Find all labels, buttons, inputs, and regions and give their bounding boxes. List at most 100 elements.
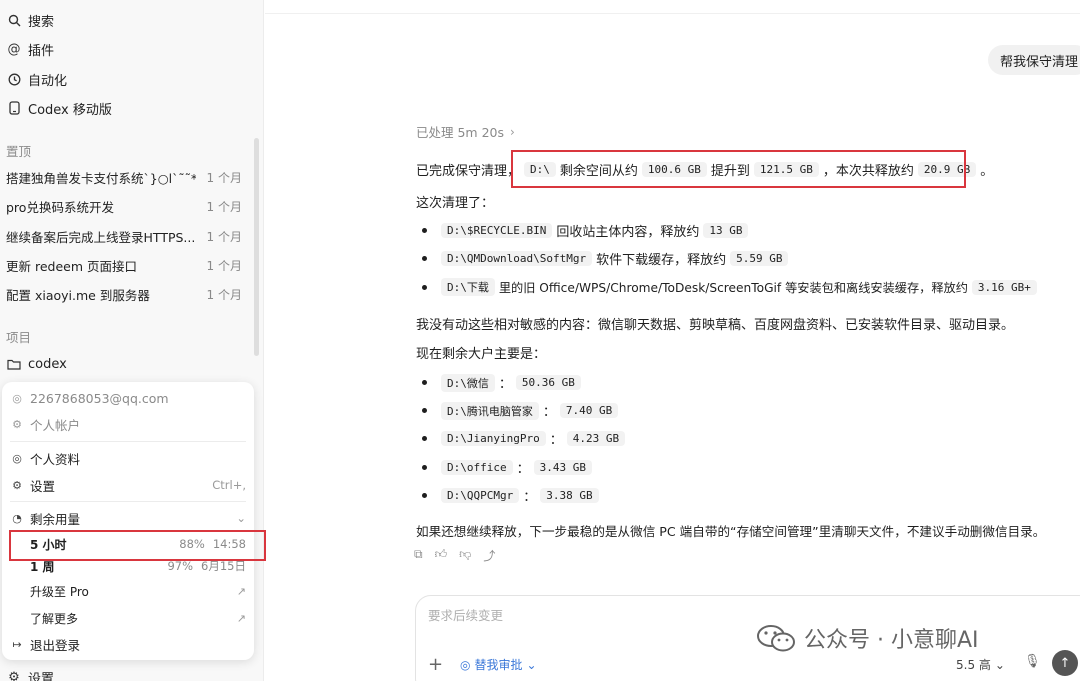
colon: ： [498, 377, 512, 392]
at-icon: @ [7, 41, 21, 57]
logout-icon: ↦ [12, 637, 22, 651]
share-icon[interactable]: ⤴ [483, 547, 495, 564]
thumbs-up-icon[interactable]: 👍︎ [435, 547, 448, 564]
bullet-dot [422, 380, 427, 385]
usage-toggle[interactable]: ◔ 剩余用量 ⌄ [10, 507, 246, 529]
colon: ： [523, 490, 537, 505]
list-item: D:\微信 ： 50.36 GB [422, 373, 585, 392]
microphone-icon[interactable]: 🎙︎ [1024, 654, 1041, 669]
list-item: D:\腾讯电脑管家 ： 7.40 GB [422, 401, 622, 420]
code-size: 5.59 GB [730, 251, 789, 266]
model-selector[interactable]: 5.5 高 ⌄ [956, 656, 1005, 673]
code-size: 50.36 GB [515, 375, 581, 390]
sidebar-scrollbar[interactable] [254, 138, 259, 356]
untouched-paragraph: 我没有动这些相对敏感的内容：微信聊天数据、剪映草稿、百度网盘资料、已安装软件目录… [416, 318, 1015, 333]
account-email: ◎ 2267868053@qq.com [10, 387, 246, 409]
code-size: 3.16 GB+ [971, 279, 1037, 295]
watermark: 公众号 · 小意聊AI [756, 622, 979, 654]
sidebar-item-mobile[interactable]: Codex 移动版 [6, 97, 112, 119]
approval-label: 替我审批 [474, 658, 523, 672]
sidebar-settings[interactable]: ⚙ 设置 [6, 666, 54, 681]
user-circle-icon: ◎ [12, 391, 22, 405]
bullet-dot [422, 408, 427, 413]
learn-more-item[interactable]: 了解更多 ↗ [10, 607, 246, 629]
clock-icon [6, 71, 22, 87]
project-codex[interactable]: codex [6, 353, 67, 375]
send-button[interactable]: ↑ [1052, 650, 1078, 676]
phone-icon [6, 100, 22, 116]
project-label: codex [28, 356, 67, 372]
pinned-thread[interactable]: 搭建独角兽发卡支付系统`}○l`˜˜** 1 个月 [6, 166, 242, 188]
composer: + ◎ 替我审批 ⌄ 5.5 高 ⌄ 🎙︎ ↑ [415, 595, 1080, 681]
pinned-section-label: 置顶 [6, 144, 32, 159]
settings-menu-item[interactable]: ⚙ 设置 Ctrl+, [10, 474, 246, 496]
chevron-down-icon: ⌄ [526, 657, 537, 672]
bullet-dot [422, 228, 427, 233]
sidebar-item-search[interactable]: 搜索 [6, 9, 54, 31]
chevron-right-icon: › [510, 124, 515, 139]
sidebar-item-label: 设置 [28, 671, 55, 681]
projects-section-label: 项目 [6, 330, 32, 345]
gear-small-icon: ⚙ [12, 417, 22, 431]
processed-text: 已处理 5m 20s [416, 125, 504, 140]
pinned-thread[interactable]: pro兑换码系统开发 1 个月 [6, 195, 242, 217]
upgrade-pro-item[interactable]: 升级至 Pro ↗ [10, 580, 246, 602]
bullet-dot [422, 465, 427, 470]
wechat-icon [757, 625, 795, 652]
pinned-thread[interactable]: 更新 redeem 页面接口 1 个月 [6, 254, 242, 276]
approval-mode-dropdown[interactable]: ◎ 替我审批 ⌄ [460, 656, 537, 673]
folder-icon [6, 356, 22, 372]
chevron-down-icon: ⌄ [994, 657, 1005, 672]
code-path: D:\腾讯电脑管家 [441, 401, 539, 420]
sidebar-item-automation[interactable]: 自动化 [6, 68, 67, 90]
code-size: 3.38 GB [540, 488, 599, 503]
logout-item[interactable]: ↦ 退出登录 [10, 633, 246, 655]
code-path: D:\JianyingPro [441, 431, 546, 446]
thread-time: 1 个月 [206, 170, 242, 185]
copy-icon[interactable]: ⧉ [414, 547, 423, 564]
code-path: D:\QMDownload\SoftMgr [441, 251, 593, 266]
code-size: 7.40 GB [559, 403, 619, 418]
user-circle-icon: ◎ [12, 451, 22, 465]
top-bar [265, 0, 1080, 14]
pinned-thread[interactable]: 配置 xiaoyi.me 到服务器 1 个月 [6, 283, 242, 305]
list-item: D:\$RECYCLE.BIN 回收站主体内容，释放约 13 GB [422, 221, 752, 240]
processed-status[interactable]: 已处理 5m 20s › [416, 122, 515, 141]
approval-icon: ◎ [460, 657, 471, 672]
list-item: D:\JianyingPro ： 4.23 GB [422, 429, 629, 448]
item-desc: 里的旧 Office/WPS/Chrome/ToDesk/ScreenToGif… [498, 281, 968, 295]
code-path: D:\office [441, 460, 513, 475]
account-menu: ◎ 2267868053@qq.com ⚙ 个人帐户 ◎ 个人资料 ⚙ 设置 C… [2, 382, 254, 660]
list-item: D:\QMDownload\SoftMgr 软件下载缓存，释放约 5.59 GB [422, 249, 792, 268]
plus-icon[interactable]: + [428, 654, 443, 675]
search-icon [6, 12, 22, 28]
code-path: D:\微信 [441, 373, 495, 392]
sidebar-item-label: 搜索 [28, 14, 55, 30]
bullet-dot [422, 284, 427, 290]
code-path: D:\下载 [441, 278, 495, 296]
upgrade-label: 升级至 Pro [30, 584, 89, 599]
user-message-bubble: 帮我保守清理 [988, 45, 1080, 75]
sidebar-item-label: 自动化 [28, 73, 68, 89]
watermark-text: 公众号 · 小意聊AI [804, 628, 979, 653]
model-label: 5.5 高 [956, 658, 991, 672]
bullet-dot [422, 436, 427, 441]
thread-title: 配置 xiaoyi.me 到服务器 [6, 287, 150, 303]
thread-title: pro兑换码系统开发 [6, 199, 114, 215]
account-type-text: 个人帐户 [30, 417, 81, 433]
gauge-icon: ◔ [12, 511, 22, 525]
pinned-thread[interactable]: 继续备案后完成上线登录HTTPS... 1 个月 [6, 225, 242, 247]
composer-input[interactable] [428, 608, 928, 623]
settings-shortcut: Ctrl+, [212, 478, 246, 492]
remaining-intro: 现在剩余大户主要是： [416, 347, 547, 362]
colon: ： [542, 405, 556, 420]
thumbs-down-icon[interactable]: 👎︎ [459, 547, 471, 564]
sidebar-item-plugins[interactable]: @ 插件 [6, 38, 55, 60]
item-desc: 软件下载缓存，释放约 [596, 253, 727, 268]
thread-time: 1 个月 [206, 229, 242, 244]
item-desc: 回收站主体内容，释放约 [556, 225, 700, 240]
code-size: 3.43 GB [533, 460, 592, 475]
profile-label: 个人资料 [30, 451, 81, 467]
code-size: 13 GB [703, 223, 749, 238]
profile-menu-item[interactable]: ◎ 个人资料 [10, 447, 246, 469]
